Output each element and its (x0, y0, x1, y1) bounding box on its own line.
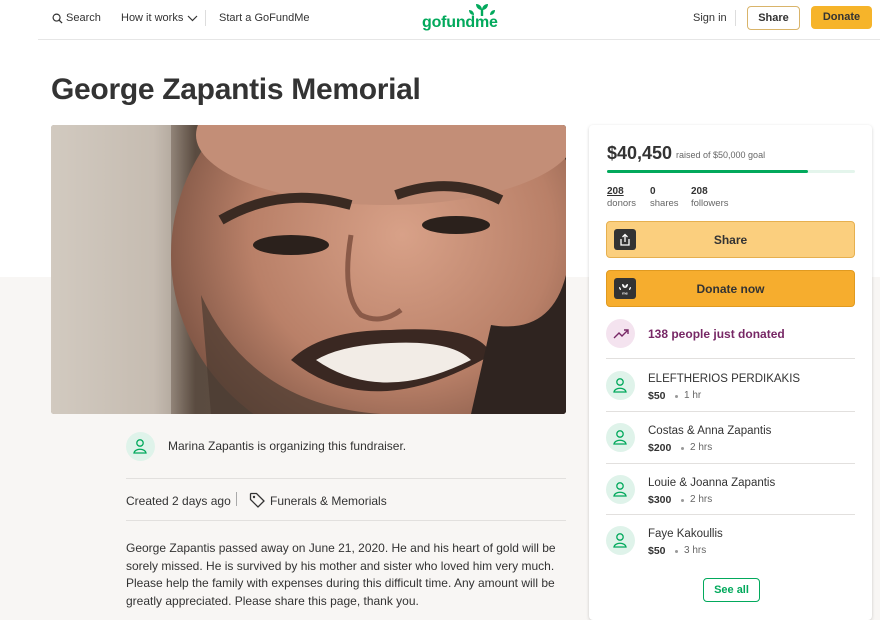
divider (126, 520, 566, 521)
campaign-photo-image (51, 125, 566, 414)
person-icon (613, 482, 627, 497)
donor-name: Costas & Anna Zapantis (648, 425, 772, 437)
campaign-title: George Zapantis Memorial (51, 73, 421, 106)
separator-dot (675, 550, 678, 553)
donor-name: Faye Kakoullis (648, 528, 723, 540)
donor-avatar (606, 475, 635, 504)
donation-time: 2 hrs (690, 494, 713, 505)
nav-divider (205, 10, 206, 26)
donation-amount: $50 (648, 545, 666, 557)
header-donate-button[interactable]: Donate (811, 6, 872, 29)
organizer-avatar (126, 432, 155, 461)
donor-name: Louie & Joanna Zapantis (648, 477, 776, 489)
top-nav: Search How it works Start a GoFundMe gof… (38, 0, 880, 40)
donation-time: 2 hrs (690, 442, 713, 453)
how-it-works-label: How it works (121, 12, 184, 24)
meta-divider (236, 492, 237, 506)
how-it-works-menu[interactable]: How it works (121, 12, 198, 24)
donate-now-label: Donate now (696, 282, 765, 296)
stat-value: 0 (650, 186, 656, 197)
donor-avatar (606, 423, 635, 452)
separator-dot (681, 447, 684, 450)
person-icon (613, 378, 627, 393)
donate-now-button[interactable]: me Donate now (606, 270, 855, 307)
divider (126, 478, 566, 479)
campaign-photo[interactable] (51, 125, 566, 414)
stat-label: donors (607, 198, 637, 209)
goal-text: raised of $50,000 goal (676, 150, 766, 160)
progress-bar (607, 170, 855, 173)
donation-sidebar: $40,450 raised of $50,000 goal 208 donor… (589, 125, 872, 620)
trending-up-icon (606, 319, 635, 348)
nav-divider (735, 10, 736, 26)
donation-item: Louie & Joanna Zapantis $300 2 hrs (589, 463, 872, 514)
see-all-button[interactable]: See all (703, 578, 760, 602)
header-share-button[interactable]: Share (747, 6, 800, 30)
donation-time: 1 hr (684, 390, 702, 401)
search-icon (52, 13, 63, 24)
stat-value: 208 (607, 186, 624, 197)
donation-item: Faye Kakoullis $50 3 hrs (589, 514, 872, 565)
donation-item: ELEFTHERIOS PERDIKAKIS $50 1 hr (589, 359, 872, 410)
campaign-story: George Zapantis passed away on June 21, … (126, 541, 556, 608)
donation-amount: $200 (648, 442, 672, 454)
person-icon (613, 430, 627, 445)
separator-dot (681, 499, 684, 502)
donation-amount: $50 (648, 390, 666, 402)
tag-icon (249, 492, 265, 508)
donation-amount: $300 (648, 494, 672, 506)
gofundme-logo[interactable]: gofundme (422, 4, 502, 32)
stat-label: shares (650, 198, 679, 209)
search-link[interactable]: Search (52, 12, 101, 24)
recent-donations-count[interactable]: 138 people just donated (648, 327, 785, 341)
separator-dot (675, 395, 678, 398)
donor-avatar (606, 526, 635, 555)
stat-value: 208 (691, 186, 708, 197)
stat-followers: 208 followers (691, 186, 729, 210)
donor-avatar (606, 371, 635, 400)
person-icon (613, 533, 627, 548)
created-date: Created 2 days ago (126, 494, 231, 508)
person-icon (133, 439, 147, 454)
stat-label: followers (691, 198, 729, 209)
stat-donors[interactable]: 208 donors (607, 186, 636, 210)
stat-shares: 0 shares (650, 186, 679, 210)
amount-raised: $40,450 (607, 143, 673, 163)
progress-fill (607, 170, 808, 173)
share-button-label: Share (713, 233, 748, 247)
logo-text: gofundme (422, 14, 498, 31)
share-button[interactable]: Share (606, 221, 855, 258)
sign-in-link[interactable]: Sign in (693, 12, 727, 24)
category-link[interactable]: Funerals & Memorials (270, 494, 387, 508)
organizer-text: Marina Zapantis is organizing this fundr… (168, 439, 407, 453)
donor-name: ELEFTHERIOS PERDIKAKIS (648, 373, 801, 385)
start-gofundme-link[interactable]: Start a GoFundMe (219, 12, 310, 24)
donation-time: 3 hrs (684, 545, 707, 556)
donation-item: Costas & Anna Zapantis $200 2 hrs (589, 411, 872, 462)
search-label: Search (66, 12, 101, 24)
chevron-down-icon (187, 15, 198, 21)
